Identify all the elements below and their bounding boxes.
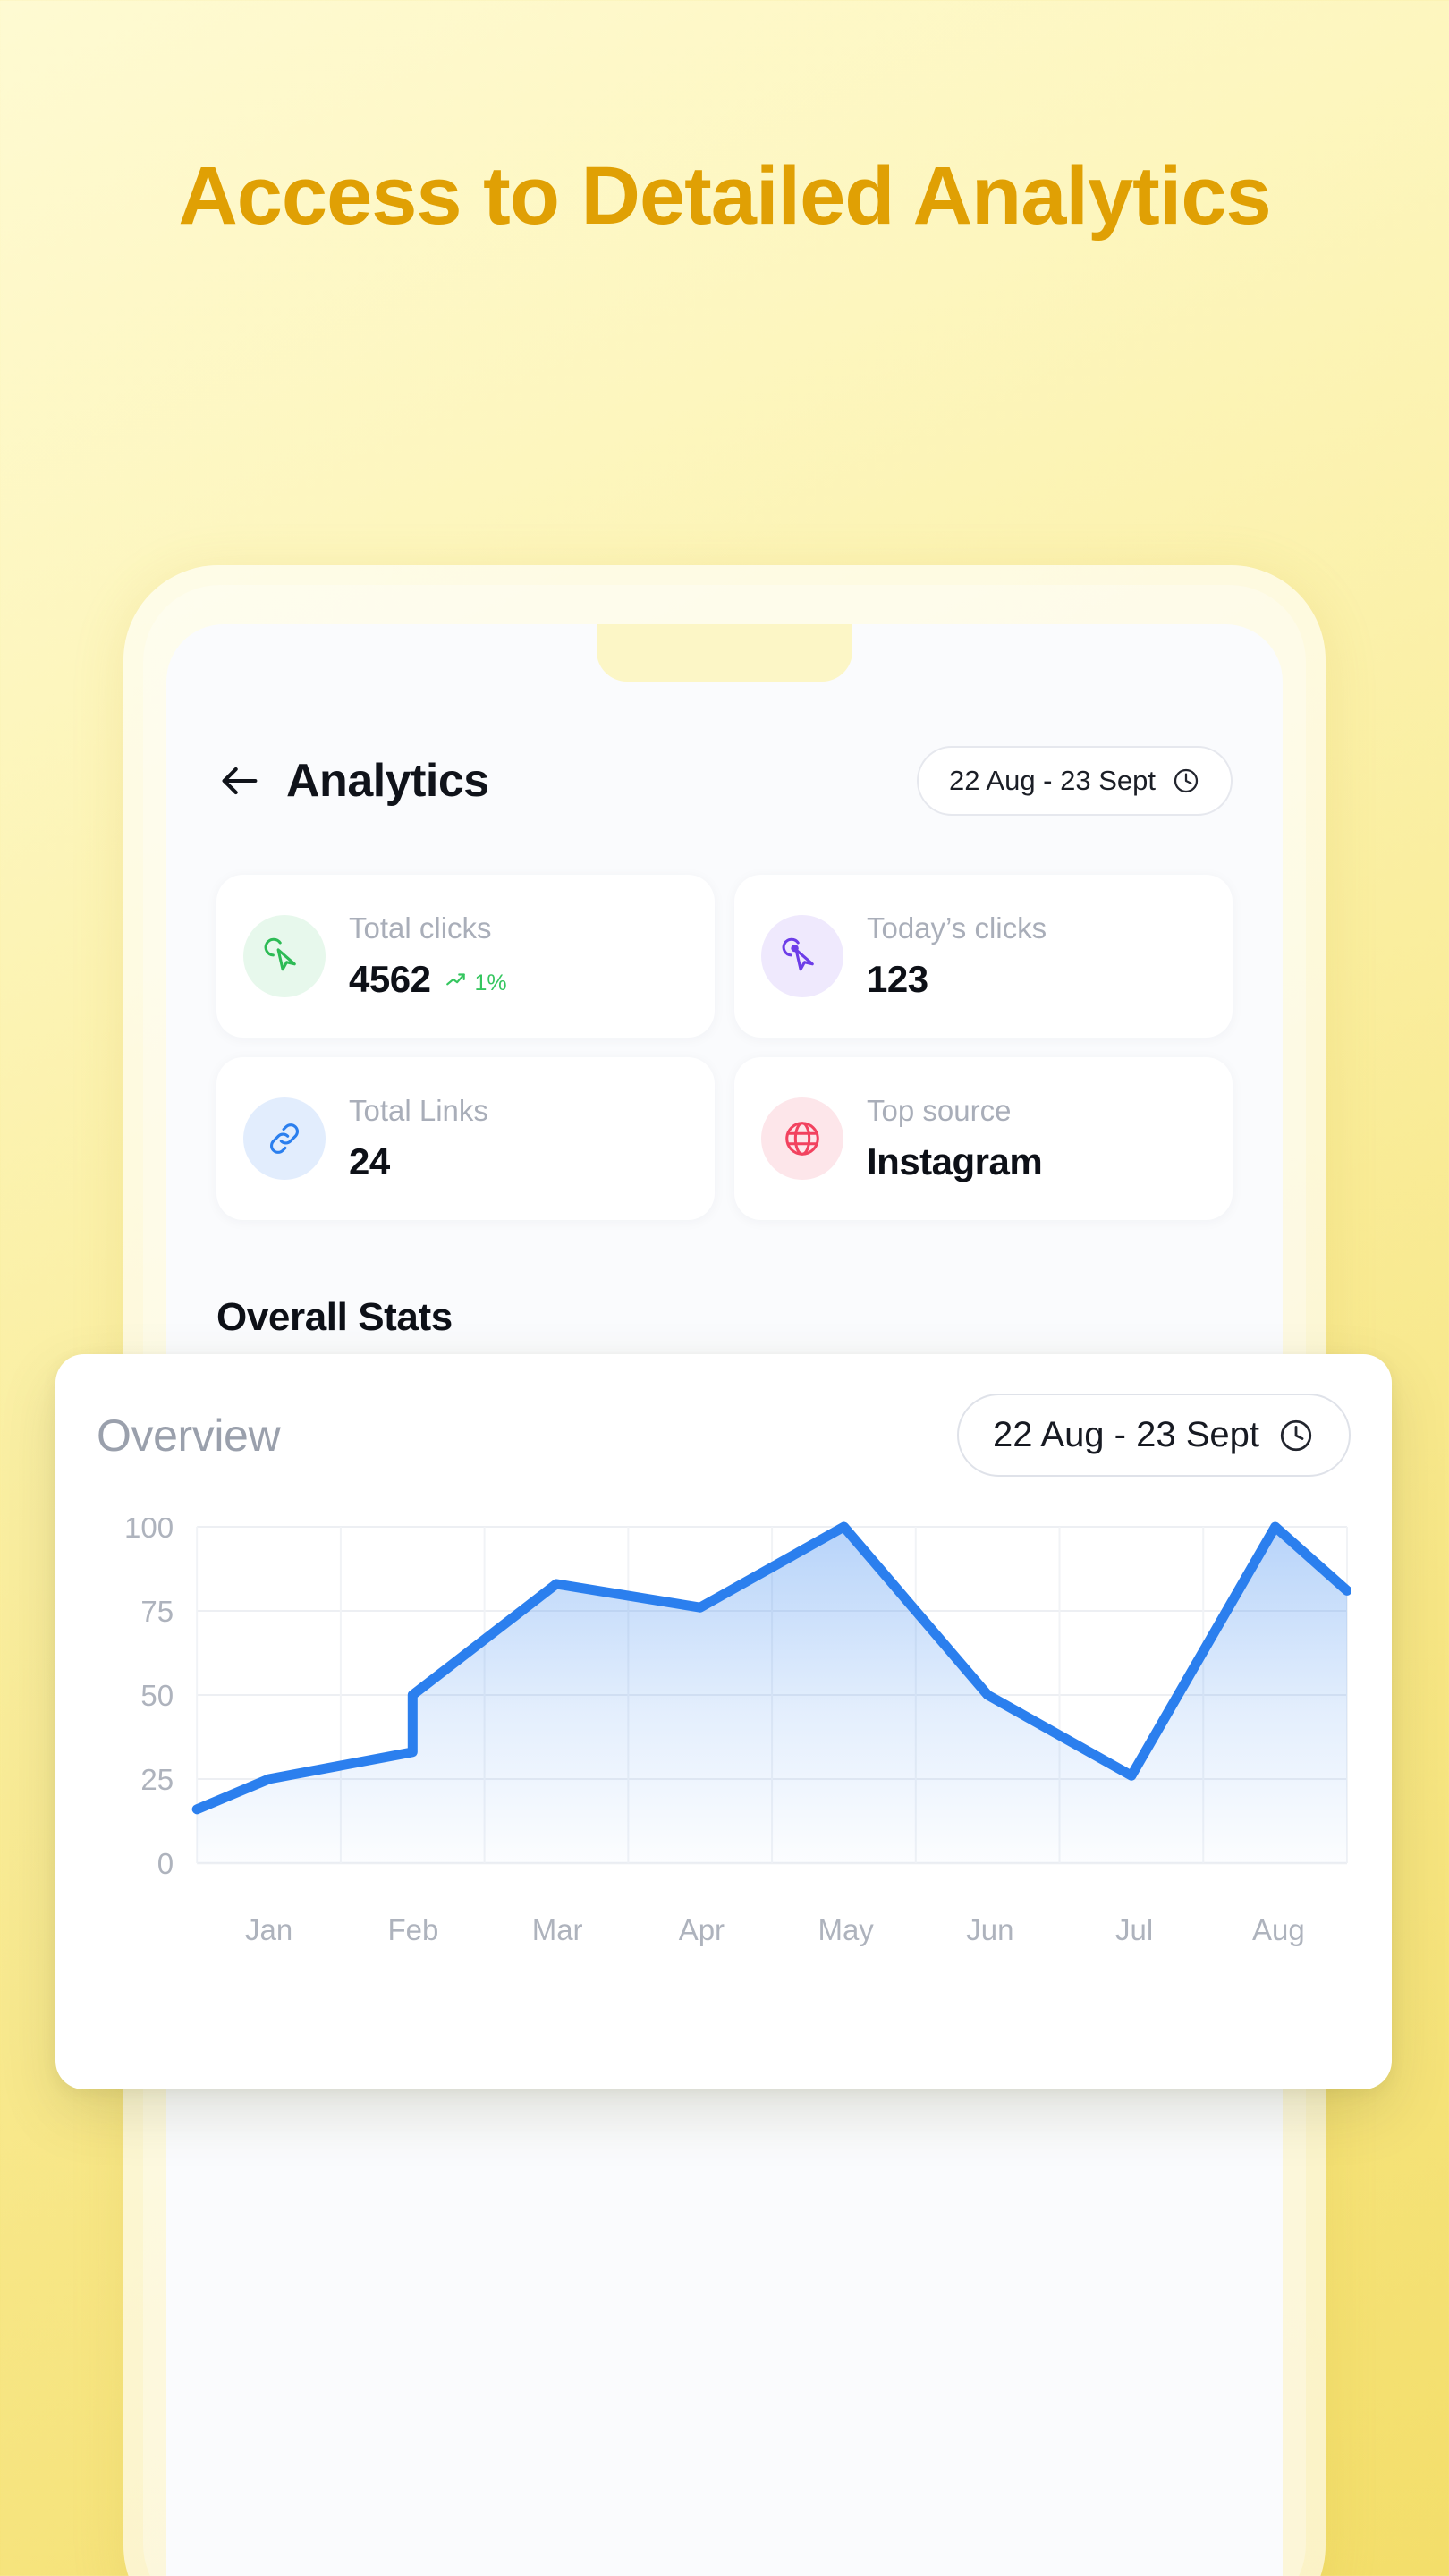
x-axis-tick-label: Jul <box>1115 1913 1154 1946</box>
link-icon <box>243 1097 326 1180</box>
stat-value-row: 4562 1% <box>349 958 507 1001</box>
x-axis-tick-label: Mar <box>531 1913 583 1946</box>
overview-title: Overview <box>97 1410 281 1461</box>
stat-card-top-source[interactable]: Top source Instagram <box>734 1057 1233 1220</box>
stat-label: Total Links <box>349 1094 488 1127</box>
screen-title: Analytics <box>286 755 489 807</box>
x-axis-tick-label: Jan <box>245 1913 293 1946</box>
svg-text:0: 0 <box>157 1847 174 1880</box>
area-chart-svg: 0 25 50 75 100 <box>124 1518 1351 1880</box>
svg-text:75: 75 <box>140 1595 174 1628</box>
stat-label: Top source <box>867 1094 1012 1127</box>
app-header-left: Analytics <box>216 754 489 808</box>
stat-body: Total clicks 4562 1% <box>349 911 507 1001</box>
date-range-label: 22 Aug - 23 Sept <box>949 765 1156 796</box>
overview-date-range-picker[interactable]: 22 Aug - 23 Sept <box>956 1394 1351 1477</box>
x-axis-tick-label: Apr <box>678 1913 725 1946</box>
overview-header: Overview 22 Aug - 23 Sept <box>97 1394 1351 1477</box>
overall-stats-heading: Overall Stats <box>216 1295 453 1339</box>
svg-text:50: 50 <box>140 1679 174 1712</box>
stat-card-total-links[interactable]: Total Links 24 <box>216 1057 715 1220</box>
clock-icon <box>1277 1417 1315 1454</box>
x-axis-tick-label: Aug <box>1252 1913 1305 1946</box>
x-axis-tick-label: Feb <box>387 1913 439 1946</box>
phone-notch <box>597 624 852 682</box>
svg-text:25: 25 <box>140 1763 174 1796</box>
arrow-left-icon[interactable] <box>216 758 263 804</box>
overview-date-range-label: 22 Aug - 23 Sept <box>992 1415 1259 1454</box>
stat-delta: 1% <box>445 969 507 998</box>
overview-chart: 0 25 50 75 100 Jan Feb Mar Apr May Jun Jul Aug <box>97 1518 1351 1983</box>
x-axis-tick-label: Jun <box>966 1913 1014 1946</box>
cursor-click-icon <box>761 915 843 997</box>
clock-icon <box>1172 767 1200 795</box>
globe-icon <box>761 1097 843 1180</box>
stat-value-row: 24 <box>349 1140 488 1183</box>
cursor-click-icon <box>243 915 326 997</box>
stat-value: 4562 <box>349 958 431 1000</box>
overview-card: Overview 22 Aug - 23 Sept 0 25 50 75 100 Jan… <box>55 1354 1392 2089</box>
stat-value: 24 <box>349 1140 390 1182</box>
stat-body: Top source Instagram <box>867 1094 1043 1183</box>
stat-value-row: 123 <box>867 958 1046 1001</box>
svg-text:100: 100 <box>124 1518 174 1544</box>
stat-label: Total clicks <box>349 911 492 945</box>
stat-card-total-clicks[interactable]: Total clicks 4562 1% <box>216 875 715 1038</box>
stat-value-row: Instagram <box>867 1140 1043 1183</box>
trend-up-icon <box>445 969 468 998</box>
stat-body: Total Links 24 <box>349 1094 488 1183</box>
stat-value: Instagram <box>867 1140 1043 1182</box>
stat-value: 123 <box>867 958 928 1000</box>
stat-card-todays-clicks[interactable]: Today’s clicks 123 <box>734 875 1233 1038</box>
stat-delta-label: 1% <box>474 970 507 996</box>
stat-card-grid: Total clicks 4562 1% Today’s clicks 123 … <box>166 816 1283 1220</box>
date-range-picker[interactable]: 22 Aug - 23 Sept <box>917 746 1233 816</box>
stat-label: Today’s clicks <box>867 911 1047 945</box>
x-axis-tick-label: May <box>818 1913 874 1946</box>
page-title: Access to Detailed Analytics <box>178 150 1271 242</box>
chart-x-axis: Jan Feb Mar Apr May Jun Jul Aug <box>97 1913 1351 1947</box>
stat-body: Today’s clicks 123 <box>867 911 1046 1001</box>
